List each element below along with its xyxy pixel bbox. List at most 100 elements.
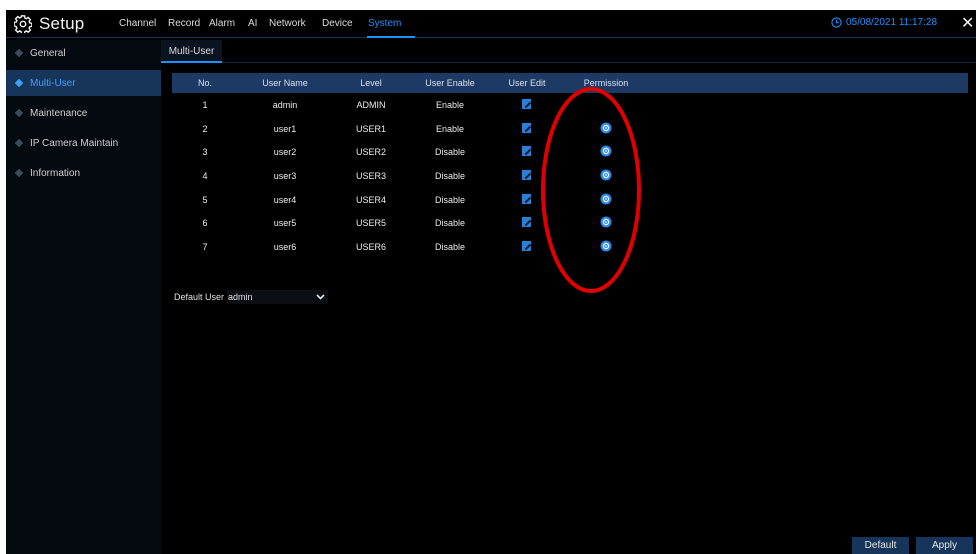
column-header-level: Level bbox=[360, 78, 382, 88]
sidebar-item-label: Information bbox=[30, 167, 81, 179]
cell-user-edit bbox=[490, 93, 564, 117]
sidebar: General Multi-User Maintenance IP Camera… bbox=[6, 40, 161, 554]
edit-icon[interactable] bbox=[521, 122, 533, 136]
cell-level: USER1 bbox=[355, 123, 386, 134]
sidebar-item-information[interactable]: Information bbox=[6, 160, 161, 186]
app-logo: Setup bbox=[14, 13, 84, 35]
edit-icon[interactable] bbox=[521, 240, 533, 254]
diamond-icon bbox=[14, 138, 24, 148]
default-user-value: admin bbox=[228, 292, 253, 302]
permission-gear-icon[interactable] bbox=[600, 122, 612, 136]
divider bbox=[161, 62, 976, 63]
cell-permission bbox=[564, 164, 648, 188]
sidebar-item-maintenance[interactable]: Maintenance bbox=[6, 100, 161, 126]
cell-permission bbox=[564, 93, 648, 117]
cell-spacer bbox=[648, 188, 968, 212]
table-row: 5 user4 USER4 Disable bbox=[172, 188, 968, 212]
apply-button-label: Apply bbox=[931, 540, 957, 551]
cell-level: USER4 bbox=[355, 194, 386, 205]
sidebar-item-general[interactable]: General bbox=[6, 40, 161, 66]
cell-spacer bbox=[648, 164, 968, 188]
page-title: Setup bbox=[39, 14, 85, 33]
cell-user-enable: Enable bbox=[435, 99, 465, 110]
column-header-no: No. bbox=[197, 78, 212, 88]
permission-gear-icon[interactable] bbox=[600, 145, 612, 159]
datetime-text: 05/08/2021 11:17:28 bbox=[846, 17, 938, 28]
nav-alarm[interactable]: Alarm bbox=[209, 18, 235, 29]
nav-record[interactable]: Record bbox=[168, 18, 200, 29]
cell-user-edit bbox=[490, 117, 564, 141]
cell-user-enable: Disable bbox=[434, 241, 465, 252]
cell-permission bbox=[564, 235, 648, 259]
sidebar-item-label: IP Camera Maintain bbox=[30, 137, 119, 149]
cell-user-name: user6 bbox=[273, 241, 297, 252]
permission-gear-icon[interactable] bbox=[600, 193, 612, 207]
cell-no: 4 bbox=[202, 170, 208, 181]
close-icon[interactable]: ✕ bbox=[961, 13, 974, 33]
cell-user-edit bbox=[490, 140, 564, 164]
tab-active-indicator bbox=[161, 61, 222, 63]
table-row: 7 user6 USER6 Disable bbox=[172, 235, 968, 259]
table-row: 4 user3 USER3 Disable bbox=[172, 164, 968, 188]
permission-gear-icon[interactable] bbox=[600, 216, 612, 230]
cell-spacer bbox=[648, 93, 968, 117]
column-header-user-name: User Name bbox=[262, 78, 308, 88]
edit-icon[interactable] bbox=[521, 169, 533, 183]
cell-spacer bbox=[648, 117, 968, 141]
cell-user-name: user3 bbox=[273, 170, 297, 181]
cell-user-name: user4 bbox=[273, 194, 297, 205]
chevron-down-icon bbox=[316, 294, 325, 300]
table-row: 2 user1 USER1 Enable bbox=[172, 117, 968, 141]
sidebar-item-ip-camera-maintain[interactable]: IP Camera Maintain bbox=[6, 130, 161, 156]
cell-level: USER2 bbox=[355, 147, 386, 158]
sidebar-item-label: General bbox=[30, 47, 66, 59]
nav-channel[interactable]: Channel bbox=[119, 18, 156, 29]
cell-level: USER3 bbox=[355, 170, 386, 181]
cell-level: ADMIN bbox=[356, 99, 386, 110]
edit-icon[interactable] bbox=[521, 98, 533, 112]
permission-gear-icon[interactable] bbox=[600, 240, 612, 254]
cell-level: USER6 bbox=[355, 241, 386, 252]
default-button[interactable]: Default bbox=[852, 537, 909, 554]
tab-label: Multi-User bbox=[168, 45, 215, 57]
datetime-display: 05/08/2021 11:17:28 bbox=[831, 17, 937, 28]
apply-button[interactable]: Apply bbox=[916, 537, 973, 554]
sub-tabs: Multi-User bbox=[161, 40, 976, 64]
cell-user-name: user5 bbox=[273, 218, 297, 229]
cell-spacer bbox=[648, 211, 968, 235]
nav-network[interactable]: Network bbox=[269, 18, 306, 29]
edit-icon[interactable] bbox=[521, 216, 533, 230]
cell-permission bbox=[564, 188, 648, 212]
cell-no: 6 bbox=[202, 218, 208, 229]
default-user-row: Default User admin bbox=[174, 290, 329, 304]
cell-no: 7 bbox=[202, 241, 208, 252]
cell-user-name: user1 bbox=[273, 123, 297, 134]
sidebar-item-multi-user[interactable]: Multi-User bbox=[6, 70, 161, 96]
cell-spacer bbox=[648, 140, 968, 164]
sidebar-item-label: Maintenance bbox=[30, 107, 88, 119]
edit-icon[interactable] bbox=[521, 145, 533, 159]
nav-active-indicator bbox=[367, 36, 415, 38]
column-header-user-enable: User Enable bbox=[425, 78, 475, 88]
cell-user-edit bbox=[490, 211, 564, 235]
edit-icon[interactable] bbox=[521, 193, 533, 207]
diamond-icon bbox=[14, 78, 24, 88]
cell-level: USER5 bbox=[355, 218, 386, 229]
tab-multi-user[interactable]: Multi-User bbox=[161, 40, 222, 62]
cell-no: 2 bbox=[202, 123, 208, 134]
nav-device[interactable]: Device bbox=[322, 18, 353, 29]
permission-gear-icon[interactable] bbox=[600, 169, 612, 183]
default-button-label: Default bbox=[864, 540, 897, 551]
cell-user-edit bbox=[490, 188, 564, 212]
nav-system[interactable]: System bbox=[368, 18, 401, 29]
cell-permission bbox=[564, 140, 648, 164]
table-row: 1 admin ADMIN Enable bbox=[172, 93, 968, 117]
cell-user-edit bbox=[490, 235, 564, 259]
column-header-user-edit: User Edit bbox=[508, 78, 546, 88]
top-bar: Setup Channel Record Alarm AI Network De… bbox=[6, 10, 976, 38]
default-user-select[interactable]: admin bbox=[227, 290, 329, 304]
cell-permission bbox=[564, 117, 648, 141]
cell-user-edit bbox=[490, 164, 564, 188]
nav-ai[interactable]: AI bbox=[248, 18, 257, 29]
cell-no: 1 bbox=[202, 99, 208, 110]
